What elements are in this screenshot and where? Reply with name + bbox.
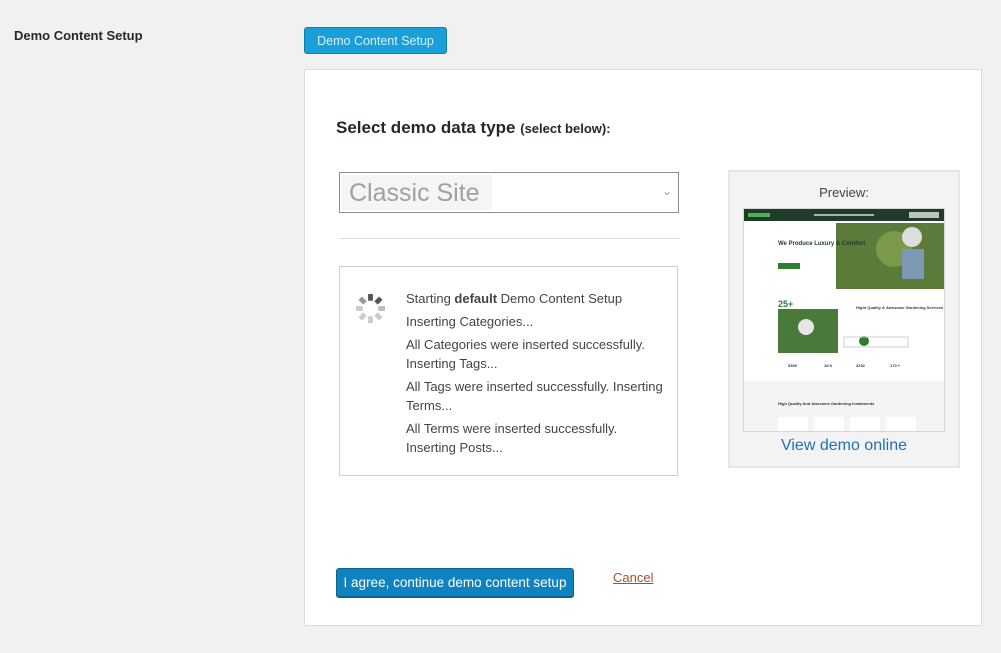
demo-site-thumbnail: We Produce Luxury & Comfort 25+ Hight Qu… [744, 209, 944, 431]
preview-label: Preview: [819, 185, 869, 200]
view-demo-online-link[interactable]: View demo online [730, 437, 958, 455]
preview-box: Preview: We Produce Luxury & Comfort 25+… [728, 170, 960, 468]
thumb-counter: 170 + [890, 363, 901, 368]
log-line: Starting default Demo Content Setup [406, 291, 623, 306]
row-label: Demo Content Setup [14, 28, 143, 43]
thumb-counter: 3292 [856, 363, 866, 368]
thumb-bottom-text: High Quality And Awesome Gardening Insta… [778, 401, 875, 406]
demo-panel: Select demo data type (select below): Cl… [304, 69, 982, 626]
log-line: All Terms were inserted successfully. In… [406, 421, 618, 455]
thumb-services-text: Hight Quality & Awesome Gardening Servic… [856, 305, 944, 310]
agree-continue-button[interactable]: I agree, continue demo content setup [336, 568, 574, 597]
thumb-counter: 18 K [824, 363, 833, 368]
log-line: Inserting Categories... [406, 314, 534, 329]
log-lines: Starting default Demo Content Setup Inse… [406, 289, 668, 461]
demo-type-select[interactable]: Classic Site ⌄ [339, 172, 679, 213]
cancel-link[interactable]: Cancel [613, 570, 653, 585]
log-line: All Tags were inserted successfully. Ins… [406, 379, 663, 413]
divider [339, 238, 679, 239]
demo-content-setup-button[interactable]: Demo Content Setup [304, 27, 447, 54]
select-value: Classic Site [349, 179, 480, 207]
preview-thumbnail: We Produce Luxury & Comfort 25+ Hight Qu… [743, 208, 945, 432]
panel-heading: Select demo data type (select below): [336, 118, 611, 138]
progress-log: Starting default Demo Content Setup Inse… [339, 266, 678, 476]
heading-main: Select demo data type [336, 118, 516, 137]
thumb-counter: 5369 [788, 363, 798, 368]
log-line: All Categories were inserted successfull… [406, 337, 645, 371]
thumb-stat: 25+ [778, 299, 793, 309]
heading-sub: (select below): [520, 121, 611, 136]
thumb-hero-text: We Produce Luxury & Comfort [778, 241, 865, 247]
chevron-down-icon: ⌄ [661, 184, 673, 198]
loading-spinner-icon [355, 293, 386, 324]
